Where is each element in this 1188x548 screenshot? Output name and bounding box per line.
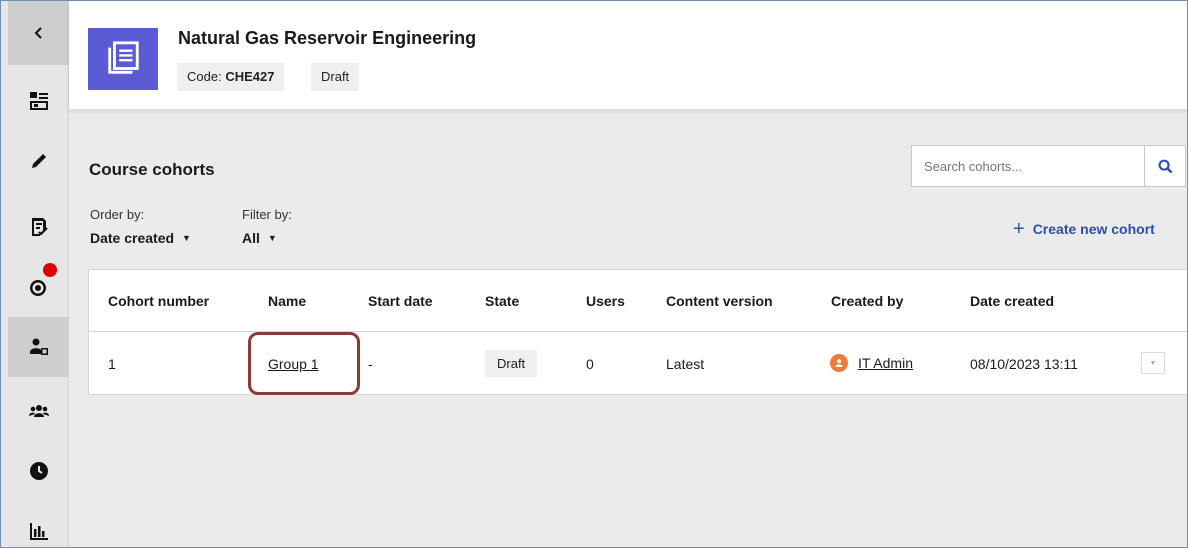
- dashboard-icon: [29, 92, 48, 110]
- cell-cohort-number: 1: [108, 356, 116, 372]
- cell-created-by: IT Admin: [830, 354, 913, 372]
- course-code-chip: Code: CHE427: [177, 63, 285, 91]
- notification-dot: [43, 263, 57, 277]
- order-by-label: Order by:: [90, 207, 145, 222]
- sidebar-item-dashboard[interactable]: [8, 71, 69, 131]
- row-actions-dropdown[interactable]: ▼: [1141, 352, 1165, 374]
- search-button[interactable]: [1144, 145, 1186, 187]
- column-header-date-created[interactable]: Date created: [970, 293, 1054, 309]
- clock-icon: [29, 462, 48, 480]
- column-header-state[interactable]: State: [485, 293, 519, 309]
- target-icon: [29, 280, 46, 296]
- sidebar-item-edit[interactable]: [8, 131, 69, 191]
- filter-by-dropdown[interactable]: All ▼: [242, 230, 277, 246]
- column-header-users[interactable]: Users: [586, 293, 625, 309]
- bar-chart-icon: [29, 523, 48, 540]
- cell-users: 0: [586, 356, 594, 372]
- search-icon: [1158, 159, 1172, 173]
- sidebar-item-history[interactable]: [8, 441, 69, 501]
- chevron-left-icon: [34, 27, 42, 39]
- sidebar-collapse-button[interactable]: [8, 1, 69, 65]
- sidebar-item-review[interactable]: [8, 197, 69, 257]
- cell-content-version: Latest: [666, 356, 705, 372]
- course-title: Natural Gas Reservoir Engineering: [178, 28, 477, 48]
- course-code-label: Code:: [187, 69, 226, 84]
- cohort-name-link[interactable]: Group 1: [268, 356, 319, 372]
- filter-by-value: All: [242, 230, 260, 246]
- caret-down-icon: ▼: [1149, 359, 1157, 367]
- plus-icon: +: [1013, 218, 1025, 240]
- course-status-chip: Draft: [311, 63, 360, 91]
- sidebar-item-reports[interactable]: [8, 501, 69, 547]
- group-icon: [28, 405, 49, 417]
- order-by-dropdown[interactable]: Date created ▼: [90, 230, 191, 246]
- search-input[interactable]: [911, 145, 1145, 187]
- sidebar-item-cohorts[interactable]: [8, 317, 69, 377]
- cell-date-created: 08/10/2023 13:11: [970, 356, 1078, 372]
- column-header-cohort-number[interactable]: Cohort number: [108, 293, 209, 309]
- filter-by-label: Filter by:: [242, 207, 292, 222]
- user-avatar-icon: [830, 354, 848, 372]
- caret-down-icon: ▼: [267, 233, 277, 243]
- table-header: Cohort number Name Start date State User…: [89, 270, 1187, 332]
- created-by-link[interactable]: IT Admin: [858, 355, 913, 371]
- create-cohort-label: Create new cohort: [1032, 221, 1155, 237]
- section-title: Course cohorts: [89, 160, 215, 179]
- cohort-user-icon: [29, 338, 48, 355]
- sidebar-item-groups[interactable]: [8, 381, 69, 441]
- state-badge: Draft: [485, 350, 538, 377]
- column-header-content-version[interactable]: Content version: [666, 293, 773, 309]
- sidebar: [1, 1, 69, 547]
- cohorts-table: Cohort number Name Start date State User…: [88, 269, 1187, 396]
- column-header-name[interactable]: Name: [268, 293, 306, 309]
- order-by-value: Date created: [90, 230, 175, 246]
- create-cohort-button[interactable]: + Create new cohort: [1013, 219, 1155, 239]
- table-row: 1 Group 1 - Draft 0 Latest IT Admin 08/1…: [89, 332, 1187, 396]
- pencil-icon: [31, 154, 46, 168]
- app-window: Natural Gas Reservoir Engineering Code: …: [0, 0, 1188, 548]
- cell-start-date: -: [368, 356, 373, 372]
- column-header-created-by[interactable]: Created by: [831, 293, 903, 309]
- checklist-icon: [31, 218, 48, 236]
- course-document-icon: [88, 28, 158, 90]
- sidebar-item-goals[interactable]: [8, 257, 69, 317]
- course-header: Natural Gas Reservoir Engineering Code: …: [69, 1, 1187, 109]
- column-header-start-date[interactable]: Start date: [368, 293, 433, 309]
- course-code-value: CHE427: [225, 69, 275, 84]
- caret-down-icon: ▼: [182, 233, 191, 243]
